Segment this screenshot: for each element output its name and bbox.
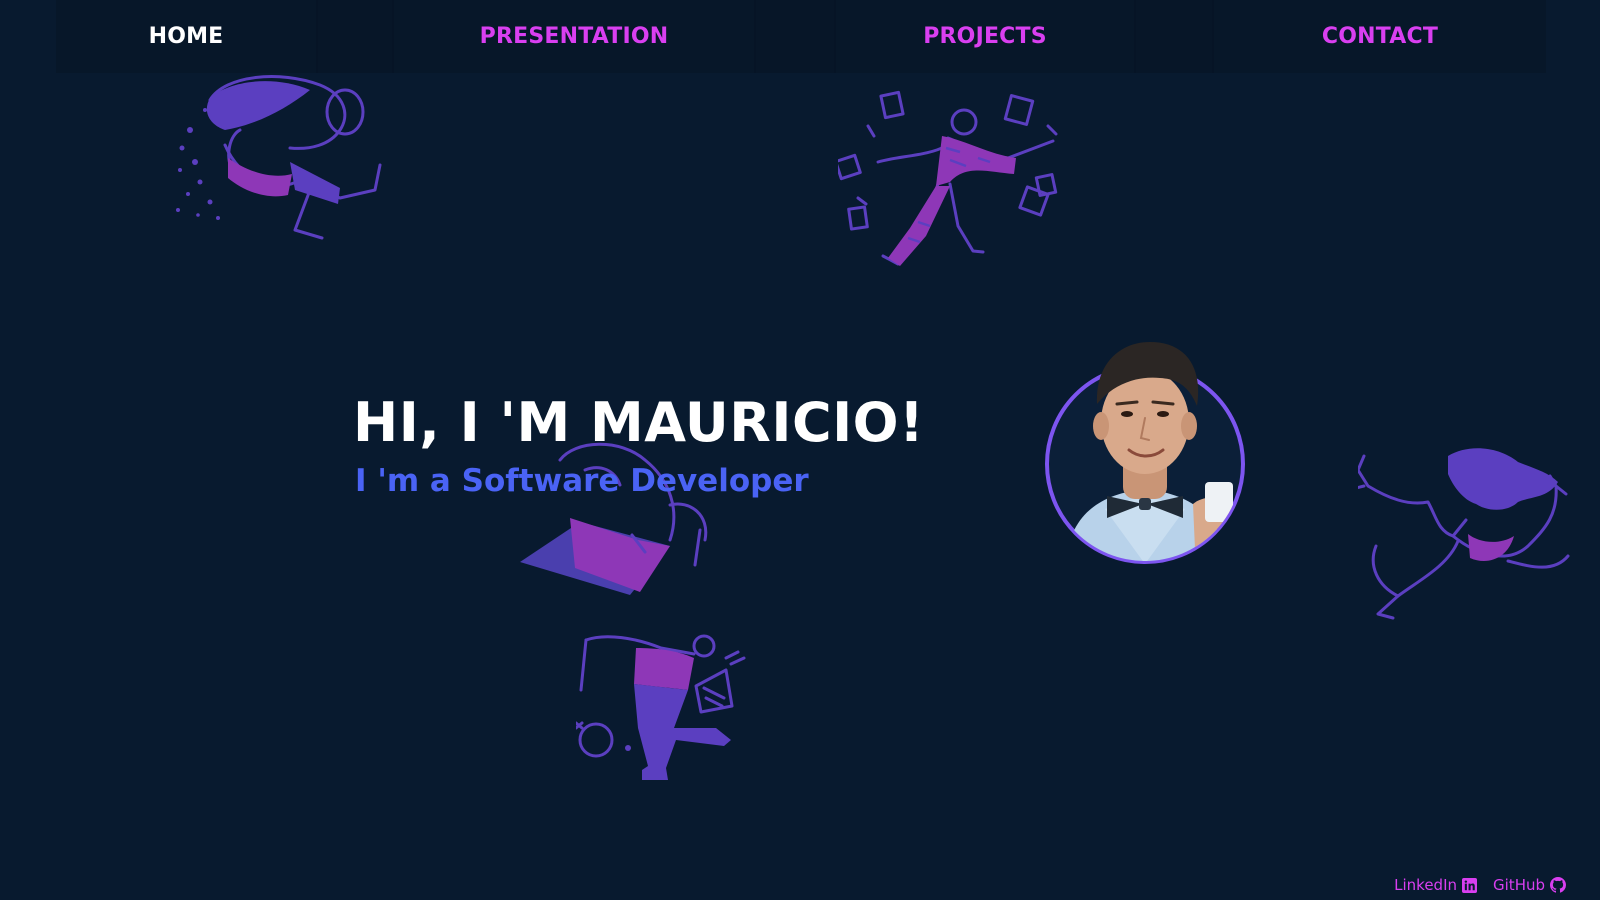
social-links: LinkedIn GitHub xyxy=(1394,876,1566,894)
nav-spacer xyxy=(318,0,394,73)
cup-dive-illustration xyxy=(176,75,382,240)
nav-cell-presentation: PRESENTATION xyxy=(394,0,756,73)
kicker-illustration xyxy=(576,634,746,780)
juggler-illustration xyxy=(838,90,1058,266)
nav-cell-projects: PROJECTS xyxy=(836,0,1136,73)
nav-spacer xyxy=(756,0,836,73)
hero-title: HI, I 'M MAURICIO! xyxy=(353,391,925,454)
linkedin-icon xyxy=(1462,877,1478,893)
github-icon xyxy=(1550,877,1566,893)
nav-cell-contact: CONTACT xyxy=(1214,0,1546,73)
nav-cell-home: HOME xyxy=(56,0,318,73)
github-link[interactable]: GitHub xyxy=(1493,876,1566,894)
github-label: GitHub xyxy=(1493,876,1545,894)
nav-link-contact[interactable]: CONTACT xyxy=(1322,24,1438,49)
profile-avatar xyxy=(1045,342,1245,564)
hero-subtitle: I 'm a Software Developer xyxy=(355,463,809,499)
nav-link-home[interactable]: HOME xyxy=(149,24,224,49)
nav-spacer xyxy=(1136,0,1214,73)
nav-link-projects[interactable]: PROJECTS xyxy=(923,24,1047,49)
dancer-illustration xyxy=(1358,448,1570,620)
nav-link-presentation[interactable]: PRESENTATION xyxy=(480,24,669,49)
linkedin-link[interactable]: LinkedIn xyxy=(1394,876,1478,894)
linkedin-label: LinkedIn xyxy=(1394,876,1458,894)
main-nav: HOME PRESENTATION PROJECTS CONTACT xyxy=(56,0,1546,73)
